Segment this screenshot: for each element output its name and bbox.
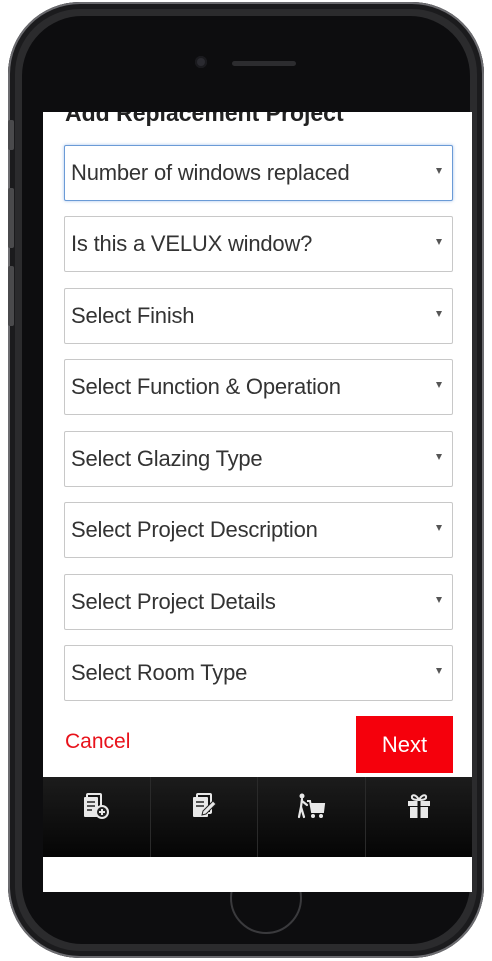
room-type-select[interactable]: Select Room Type [64,645,453,701]
project-description-select[interactable]: Select Project Description [64,502,453,558]
chevron-down-icon [436,168,442,174]
glazing-type-select[interactable]: Select Glazing Type [64,431,453,487]
chevron-down-icon [436,382,442,388]
select-label: Select Project Details [71,589,276,614]
tab-shop[interactable] [258,777,366,857]
volume-down-button [8,266,14,326]
chevron-down-icon [436,525,442,531]
next-button[interactable]: Next [356,716,453,773]
volume-up-button [8,188,14,248]
add-document-icon [84,793,110,819]
cancel-link[interactable]: Cancel [65,730,130,754]
function-operation-select[interactable]: Select Function & Operation [64,359,453,415]
select-label: Select Glazing Type [71,446,263,471]
select-label: Number of windows replaced [71,160,350,185]
chevron-down-icon [436,668,442,674]
select-label: Select Function & Operation [71,374,341,399]
select-label: Select Room Type [71,660,248,685]
page-title: Add Replacement Project [65,112,344,126]
edit-document-icon [192,793,217,817]
windows-replaced-select[interactable]: Number of windows replaced [64,145,453,201]
select-label: Select Finish [71,303,195,328]
select-label: Select Project Description [71,517,318,542]
select-label: Is this a VELUX window? [71,231,313,256]
velux-window-select[interactable]: Is this a VELUX window? [64,216,453,272]
tab-rewards[interactable] [366,777,473,857]
app-screen: Add Replacement Project Number of window… [43,112,472,892]
chevron-down-icon [436,311,442,317]
project-details-select[interactable]: Select Project Details [64,574,453,630]
front-camera [195,56,207,68]
tab-edit-project[interactable] [151,777,258,857]
finish-select[interactable]: Select Finish [64,288,453,344]
shopping-cart-icon [298,793,326,819]
gift-icon [407,794,430,818]
bottom-tab-bar [43,777,472,857]
mute-switch [8,120,14,150]
tab-add-project[interactable] [43,777,151,857]
chevron-down-icon [436,454,442,460]
chevron-down-icon [436,239,442,245]
chevron-down-icon [436,597,442,603]
earpiece-speaker [232,61,296,66]
